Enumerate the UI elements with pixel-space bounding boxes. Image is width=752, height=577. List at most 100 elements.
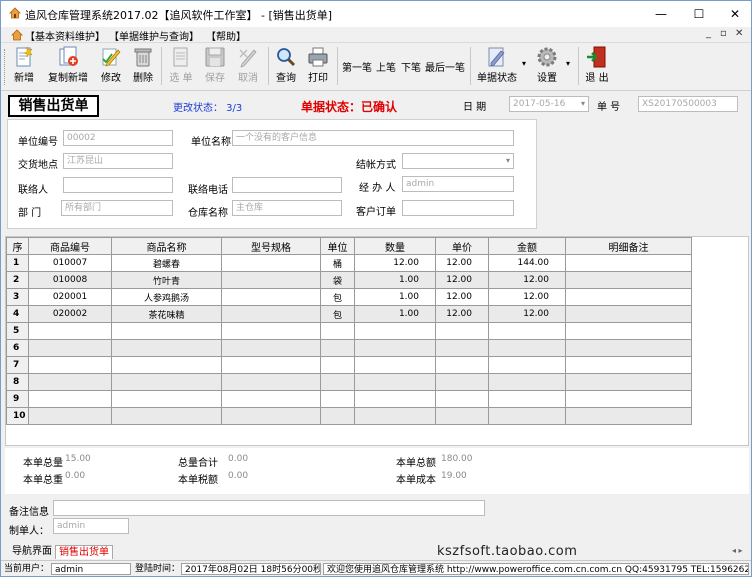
name-cell[interactable]: [111, 373, 222, 391]
price-cell[interactable]: [435, 373, 489, 391]
row-index-cell[interactable]: 7: [6, 356, 29, 374]
note-cell[interactable]: [565, 271, 692, 289]
table-row[interactable]: 6: [6, 339, 692, 357]
unit-cell[interactable]: [320, 390, 355, 408]
row-index-cell[interactable]: 3: [6, 288, 29, 306]
unit-name-field[interactable]: 一个没有的客户信息: [232, 130, 514, 146]
price-cell[interactable]: [435, 407, 489, 425]
remark-field[interactable]: [53, 500, 485, 516]
amount-cell[interactable]: [488, 339, 566, 357]
settings-dropdown-arrow[interactable]: ▾: [566, 59, 570, 68]
name-cell[interactable]: [111, 322, 222, 340]
unit-cell[interactable]: [320, 322, 355, 340]
mdi-restore-button[interactable]: ▫: [720, 28, 727, 39]
note-cell[interactable]: [565, 356, 692, 374]
note-cell[interactable]: [565, 322, 692, 340]
tab-scroll-arrows[interactable]: ◂ ▸: [732, 546, 743, 555]
amount-cell[interactable]: [488, 373, 566, 391]
unit-cell[interactable]: [320, 339, 355, 357]
amount-cell[interactable]: [488, 322, 566, 340]
qty-cell[interactable]: 1.00: [354, 271, 436, 289]
qty-cell[interactable]: 12.00: [354, 254, 436, 272]
table-row[interactable]: 5: [6, 322, 692, 340]
note-cell[interactable]: [565, 339, 692, 357]
spec-cell[interactable]: [221, 339, 321, 357]
unit-cell[interactable]: 桶: [320, 254, 355, 272]
row-index-cell[interactable]: 8: [6, 373, 29, 391]
note-cell[interactable]: [565, 254, 692, 272]
spec-cell[interactable]: [221, 271, 321, 289]
edit-button[interactable]: 修改: [98, 45, 124, 84]
cancel-button[interactable]: 取消: [235, 45, 261, 84]
col-header-code[interactable]: 商品编号: [28, 237, 112, 255]
home-icon[interactable]: [11, 29, 23, 41]
table-row[interactable]: 10: [6, 407, 692, 425]
code-cell[interactable]: 020001: [28, 288, 112, 306]
row-index-cell[interactable]: 1: [6, 254, 29, 272]
code-cell[interactable]: 010008: [28, 271, 112, 289]
qty-cell[interactable]: [354, 322, 436, 340]
spec-cell[interactable]: [221, 305, 321, 323]
code-cell[interactable]: [28, 373, 112, 391]
name-cell[interactable]: 碧螺春: [111, 254, 222, 272]
table-row[interactable]: 3 020001 人参鸡鹅汤包 1.00 12.00 12.00: [6, 288, 692, 306]
spec-cell[interactable]: [221, 407, 321, 425]
next-record-button[interactable]: 下笔: [401, 59, 421, 74]
unit-cell[interactable]: 包: [320, 305, 355, 323]
mdi-close-button[interactable]: ✕: [735, 28, 743, 39]
unit-no-field[interactable]: 00002: [63, 130, 173, 146]
copy-new-button[interactable]: 复制新增: [46, 45, 90, 84]
maker-field[interactable]: admin: [53, 518, 129, 534]
tab-navigation[interactable]: 导航界面: [9, 545, 55, 559]
menu-doc-query[interactable]: 【单据维护与查询】: [109, 28, 199, 43]
name-cell[interactable]: [111, 339, 222, 357]
print-button[interactable]: 打印: [305, 45, 331, 84]
col-header-qty[interactable]: 数量: [354, 237, 436, 255]
price-cell[interactable]: [435, 322, 489, 340]
last-record-button[interactable]: 最后一笔: [425, 59, 465, 74]
unit-cell[interactable]: [320, 356, 355, 374]
unit-cell[interactable]: [320, 373, 355, 391]
menu-basic-data[interactable]: 【基本资料维护】: [25, 28, 105, 43]
code-cell[interactable]: [28, 339, 112, 357]
price-cell[interactable]: [435, 356, 489, 374]
row-index-cell[interactable]: 6: [6, 339, 29, 357]
settle-dropdown-icon[interactable]: ▾: [506, 154, 510, 168]
table-row[interactable]: 8: [6, 373, 692, 391]
price-cell[interactable]: 12.00: [435, 305, 489, 323]
doc-status-dropdown-arrow[interactable]: ▾: [522, 59, 526, 68]
spec-cell[interactable]: [221, 356, 321, 374]
note-cell[interactable]: [565, 373, 692, 391]
code-cell[interactable]: [28, 322, 112, 340]
col-header-price[interactable]: 单价: [435, 237, 489, 255]
col-header-amount[interactable]: 金额: [488, 237, 566, 255]
col-header-note[interactable]: 明细备注: [565, 237, 692, 255]
doc-status-button[interactable]: 单据状态: [475, 45, 519, 84]
name-cell[interactable]: [111, 356, 222, 374]
new-button[interactable]: 新增: [11, 45, 37, 84]
table-row[interactable]: 7: [6, 356, 692, 374]
date-dropdown-icon[interactable]: ▾: [581, 97, 585, 111]
prev-record-button[interactable]: 上笔: [376, 59, 396, 74]
name-cell[interactable]: 竹叶青: [111, 271, 222, 289]
row-index-cell[interactable]: 4: [6, 305, 29, 323]
col-header-unit[interactable]: 单位: [320, 237, 355, 255]
contact-field[interactable]: [63, 177, 173, 193]
note-cell[interactable]: [565, 305, 692, 323]
note-cell[interactable]: [565, 288, 692, 306]
spec-cell[interactable]: [221, 390, 321, 408]
toolbar-grip[interactable]: [4, 49, 7, 85]
row-index-cell[interactable]: 2: [6, 271, 29, 289]
table-row[interactable]: 9: [6, 390, 692, 408]
price-cell[interactable]: [435, 339, 489, 357]
delivery-field[interactable]: 江苏昆山: [63, 153, 173, 169]
code-cell[interactable]: 010007: [28, 254, 112, 272]
exit-button[interactable]: 退 出: [583, 45, 611, 84]
col-header-spec[interactable]: 型号规格: [221, 237, 321, 255]
code-cell[interactable]: [28, 390, 112, 408]
table-row[interactable]: 2 010008 竹叶青袋 1.00 12.00 12.00: [6, 271, 692, 289]
table-row[interactable]: 4 020002 茶花味精包 1.00 12.00 12.00: [6, 305, 692, 323]
warehouse-field[interactable]: 主仓库: [232, 200, 342, 216]
amount-cell[interactable]: 12.00: [488, 305, 566, 323]
price-cell[interactable]: 12.00: [435, 271, 489, 289]
